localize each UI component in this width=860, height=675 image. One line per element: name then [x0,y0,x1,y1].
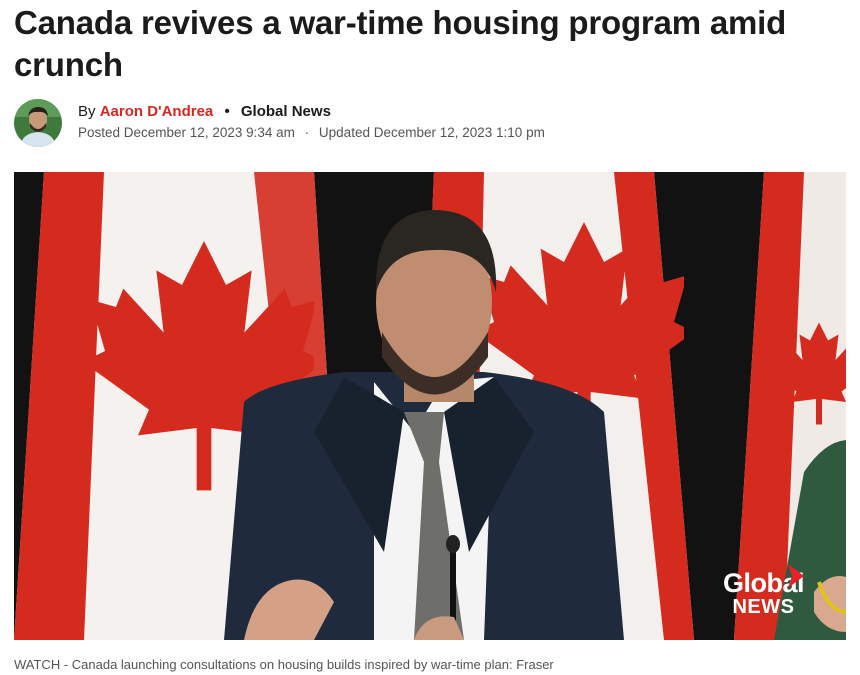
outlet-name: Global News [240,103,331,120]
byline-dates: Posted December 12, 2023 9:34 am · Updat… [78,125,545,140]
author-link[interactable]: Aaron D'Andrea [100,103,214,120]
byline-author-row: By Aaron D'Andrea • Global News [78,103,331,120]
logo-news-text: NEWS [732,596,795,618]
by-prefix: By [78,103,96,120]
logo-arrow-icon [788,564,804,588]
video-player[interactable]: Global NEWS [14,172,846,640]
author-avatar[interactable] [14,99,62,147]
posted-date: Posted December 12, 2023 9:34 am [78,125,295,140]
byline-separator: • [224,103,230,120]
article-headline: Canada revives a war-time housing progra… [14,4,787,83]
video-caption: WATCH - Canada launching consultations o… [14,657,554,672]
date-divider: · [304,125,310,140]
updated-date: Updated December 12, 2023 1:10 pm [318,125,545,140]
byline: By Aaron D'Andrea • Global News Posted D… [14,99,844,149]
video-frame-image [14,172,846,640]
